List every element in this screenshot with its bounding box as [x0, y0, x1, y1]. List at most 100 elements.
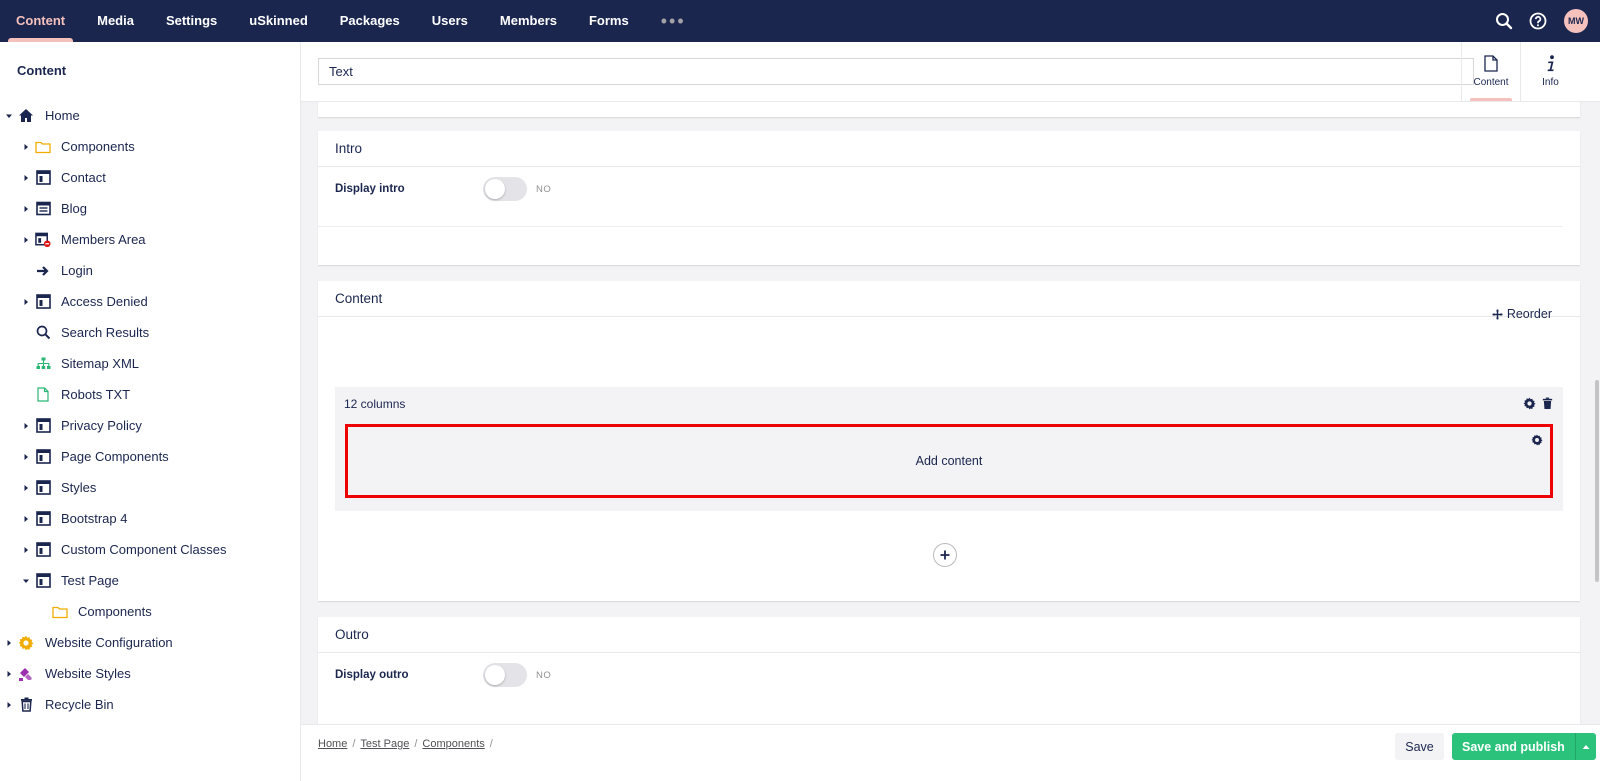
tree-item-home[interactable]: Home — [0, 100, 300, 131]
publish-options-button[interactable] — [1575, 733, 1596, 760]
search-icon[interactable] — [1492, 9, 1516, 33]
tree-item-robots-txt[interactable]: Robots TXT — [0, 379, 300, 410]
save-and-publish-button[interactable]: Save and publish — [1452, 733, 1575, 760]
page-icon — [35, 511, 51, 527]
tree-item-test-page[interactable]: Test Page — [0, 565, 300, 596]
caret-right-icon[interactable] — [22, 298, 30, 306]
save-button[interactable]: Save — [1395, 733, 1444, 760]
add-row-button[interactable] — [933, 543, 957, 567]
caret-right-icon[interactable] — [22, 422, 30, 430]
tree-item-access-denied[interactable]: Access Denied — [0, 286, 300, 317]
nav-content[interactable]: Content — [0, 0, 81, 42]
caret-right-icon[interactable] — [5, 639, 13, 647]
avatar[interactable]: MW — [1564, 9, 1588, 33]
protected-page-icon — [35, 232, 51, 248]
caret-down-icon[interactable] — [22, 577, 30, 585]
content-panel: Content Reorder 12 columns Add content — [318, 281, 1580, 601]
page-icon — [35, 418, 51, 434]
reorder-button[interactable]: Reorder — [1492, 307, 1552, 321]
add-content-cell[interactable]: Add content — [345, 424, 1553, 498]
caret-right-icon[interactable] — [5, 701, 13, 709]
tree-item-website-configuration[interactable]: Website Configuration — [0, 627, 300, 658]
tree-item-label: Sitemap XML — [61, 356, 140, 371]
caret-right-icon[interactable] — [5, 670, 13, 678]
caret-right-icon[interactable] — [22, 236, 30, 244]
display-outro-toggle[interactable] — [483, 663, 527, 687]
outro-panel: Outro Display outro NO — [318, 617, 1580, 724]
scrollbar-thumb[interactable] — [1595, 380, 1599, 582]
nav-media[interactable]: Media — [81, 0, 150, 42]
tree-item-recycle-bin[interactable]: Recycle Bin — [0, 689, 300, 720]
toggle-state-label: NO — [536, 670, 552, 681]
folder-icon — [52, 604, 68, 620]
document-icon — [35, 387, 51, 403]
folder-icon — [35, 139, 51, 155]
row-tools — [1523, 397, 1553, 410]
tree-item-members-area[interactable]: Members Area — [0, 224, 300, 255]
tree-item-components[interactable]: Components — [0, 131, 300, 162]
tree-item-label: Robots TXT — [61, 387, 131, 402]
tree-item-label: Members Area — [61, 232, 146, 247]
editor-scrollbar[interactable] — [1594, 102, 1600, 684]
nav-settings[interactable]: Settings — [150, 0, 233, 42]
caret-right-icon[interactable] — [22, 143, 30, 151]
tree-item-label: Blog — [61, 201, 88, 216]
caret-right-icon[interactable] — [22, 174, 30, 182]
tree-item-custom-component-classes[interactable]: Custom Component Classes — [0, 534, 300, 565]
nav-uskinned[interactable]: uSkinned — [233, 0, 324, 42]
tree-item-label: Search Results — [61, 325, 150, 340]
more-sections-button[interactable]: ••• — [645, 1, 702, 41]
tree-item-label: Website Configuration — [45, 635, 173, 650]
tree-item-label: Access Denied — [61, 294, 148, 309]
caret-right-icon[interactable] — [22, 453, 30, 461]
tree-item-label: Home — [45, 108, 80, 123]
caret-right-icon[interactable] — [22, 515, 30, 523]
display-intro-property: Display intro NO — [318, 167, 1563, 227]
gear-icon[interactable] — [1531, 434, 1543, 446]
page-icon — [35, 294, 51, 310]
tree-item-search-results[interactable]: Search Results — [0, 317, 300, 348]
caret-right-icon[interactable] — [22, 205, 30, 213]
breadcrumb-test-page[interactable]: Test Page — [360, 738, 409, 750]
previous-panel — [318, 102, 1580, 117]
nav-members[interactable]: Members — [484, 0, 573, 42]
tab-label: Info — [1542, 77, 1559, 88]
node-name-input[interactable] — [318, 58, 1474, 85]
tree-item-website-styles[interactable]: Website Styles — [0, 658, 300, 689]
tree-item-blog[interactable]: Blog — [0, 193, 300, 224]
trash-icon[interactable] — [1542, 397, 1553, 410]
display-intro-toggle[interactable] — [483, 177, 527, 201]
tab-info[interactable]: Info — [1520, 42, 1580, 101]
editor-scroll-area[interactable]: Intro Display intro NO Content Reorder 1… — [301, 102, 1600, 724]
sitemap-icon — [35, 356, 51, 372]
caret-right-icon[interactable] — [22, 546, 30, 554]
page-icon — [35, 449, 51, 465]
nav-forms[interactable]: Forms — [573, 0, 645, 42]
move-icon — [1492, 309, 1503, 320]
help-icon[interactable] — [1526, 9, 1550, 33]
tree-item-sitemap-xml[interactable]: Sitemap XML — [0, 348, 300, 379]
content-tree-sidebar: Content Home Components Contact Blog Mem… — [0, 42, 301, 781]
tree-item-privacy-policy[interactable]: Privacy Policy — [0, 410, 300, 441]
document-icon — [1484, 55, 1498, 72]
tab-content[interactable]: Content — [1461, 42, 1520, 101]
tree-item-label: Contact — [61, 170, 106, 185]
tree-item-bootstrap-4[interactable]: Bootstrap 4 — [0, 503, 300, 534]
breadcrumb-home[interactable]: Home — [318, 738, 347, 750]
caret-down-icon[interactable] — [5, 112, 13, 120]
nav-users[interactable]: Users — [416, 0, 484, 42]
toggle-state-label: NO — [536, 184, 552, 195]
breadcrumb-components[interactable]: Components — [422, 738, 484, 750]
tree-item-label: Bootstrap 4 — [61, 511, 128, 526]
trash-icon — [18, 697, 34, 713]
tree-item-login[interactable]: Login — [0, 255, 300, 286]
tree-item-styles[interactable]: Styles — [0, 472, 300, 503]
tree-item-label: Custom Component Classes — [61, 542, 227, 557]
tree-item-page-components[interactable]: Page Components — [0, 441, 300, 472]
add-content-label: Add content — [915, 454, 983, 468]
gear-icon[interactable] — [1523, 397, 1536, 410]
nav-packages[interactable]: Packages — [324, 0, 416, 42]
tree-item-contact[interactable]: Contact — [0, 162, 300, 193]
tree-item-test-page-components[interactable]: Components — [0, 596, 300, 627]
caret-right-icon[interactable] — [22, 484, 30, 492]
